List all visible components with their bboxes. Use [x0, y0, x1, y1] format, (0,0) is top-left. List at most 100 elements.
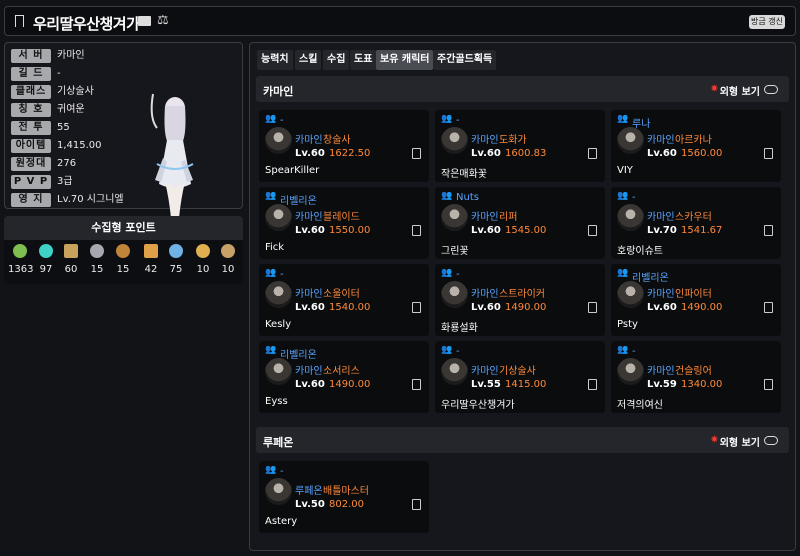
point-value: 10 — [196, 264, 210, 275]
level-label: Lv.60 — [295, 148, 325, 159]
collection-point[interactable]: 42 — [139, 244, 163, 275]
point-value: 15 — [90, 264, 104, 275]
avatar — [441, 204, 468, 231]
avatar — [265, 204, 292, 231]
copy-icon[interactable] — [588, 148, 597, 159]
great-art-icon — [64, 244, 78, 258]
copy-icon[interactable] — [588, 302, 597, 313]
copy-icon[interactable] — [412, 379, 421, 390]
server-label: 루페온 — [295, 486, 323, 497]
level-label: Lv.60 — [295, 225, 325, 236]
character-card[interactable]: 👥 - 카마인 기상술사 Lv.55 1415.00 우리딸우산챙겨가 — [435, 341, 605, 413]
collection-point[interactable]: 97 — [34, 244, 58, 275]
character-card[interactable]: 👥 리벨리온 카마인 소서리스 Lv.60 1490.00 Eyss — [259, 341, 429, 413]
id-card-icon[interactable] — [138, 16, 151, 26]
item-level: 1560.00 — [681, 148, 723, 159]
guild-icon: 👥 — [617, 191, 629, 201]
copy-icon[interactable] — [588, 379, 597, 390]
info-key: 길 드 — [11, 67, 51, 81]
copy-icon[interactable] — [764, 302, 773, 313]
toggle-icon[interactable] — [764, 436, 778, 445]
guild-name: - — [456, 115, 460, 126]
class-label: 소울이터 — [323, 289, 360, 300]
toggle-icon[interactable] — [764, 85, 778, 94]
character-card[interactable]: 👥 - 카마인 건슬링어 Lv.59 1340.00 저격의여신 — [611, 341, 781, 413]
character-name: Psty — [617, 319, 638, 330]
class-label: 인파이터 — [675, 289, 712, 300]
character-info-panel: 서 버 카마인 길 드- 클래스 기상술사 칭 호 귀여운 전 투 55 아이템 1,41… — [4, 42, 243, 234]
character-card[interactable]: 👥 리벨리온 카마인 블레이드 Lv.60 1550.00 Fick — [259, 187, 429, 259]
scale-icon[interactable]: ⚖ — [157, 13, 169, 28]
collection-point[interactable]: 60 — [59, 244, 83, 275]
collection-point[interactable]: 75 — [164, 244, 188, 275]
tab-stats[interactable]: 능력치 — [257, 50, 293, 70]
copy-icon[interactable] — [764, 148, 773, 159]
copy-icon[interactable] — [412, 148, 421, 159]
character-card[interactable]: 👥 Nuts 카마인 리퍼 Lv.60 1545.00 그린꽃 — [435, 187, 605, 259]
character-name: 우리딸우산챙겨가 — [33, 15, 140, 33]
info-key: P V P — [11, 175, 51, 189]
collection-point[interactable]: 1363 — [8, 244, 33, 275]
character-name: 화룡설화 — [441, 323, 478, 334]
level-label: Lv.60 — [647, 302, 677, 313]
ignea-token-icon — [116, 244, 130, 258]
character-name: 저격의여신 — [617, 400, 663, 411]
point-value: 10 — [221, 264, 235, 275]
item-level: 1490.00 — [505, 302, 547, 313]
sparkle-icon: ✷ — [709, 82, 719, 95]
character-card[interactable]: 👥 - 루페온 배틀마스터 Lv.50 802.00 Astery — [259, 461, 429, 533]
collection-point[interactable]: 10 — [191, 244, 215, 275]
character-card[interactable]: 👥 - 카마인 스카우터 Lv.70 1541.67 호랑이슈트 — [611, 187, 781, 259]
info-value: 55 — [57, 122, 70, 133]
info-value: 카마인 — [57, 50, 85, 61]
copy-icon[interactable] — [588, 225, 597, 236]
item-level: 1340.00 — [681, 379, 723, 390]
character-card[interactable]: 👥 - 카마인 창술사 Lv.60 1622.50 SpearKiller — [259, 110, 429, 182]
server-label: 카마인 — [647, 366, 675, 377]
copy-icon[interactable] — [412, 499, 421, 510]
guild-name: - — [280, 466, 284, 477]
copy-icon[interactable] — [412, 302, 421, 313]
copy-icon[interactable] — [764, 379, 773, 390]
info-key: 서 버 — [11, 49, 51, 63]
guild-icon: 👥 — [441, 191, 453, 201]
class-label: 스트라이커 — [499, 289, 545, 300]
bookmark-icon[interactable] — [15, 15, 24, 27]
copy-icon[interactable] — [764, 225, 773, 236]
collection-point[interactable]: 15 — [85, 244, 109, 275]
info-value: - — [57, 68, 61, 79]
item-level: 1550.00 — [329, 225, 371, 236]
class-label: 리퍼 — [499, 212, 518, 223]
collection-point[interactable]: 15 — [111, 244, 135, 275]
character-card[interactable]: 👥 - 카마인 스트라이커 Lv.60 1490.00 화룡설화 — [435, 264, 605, 336]
character-card[interactable]: 👥 리벨리온 카마인 인파이터 Lv.60 1490.00 Psty — [611, 264, 781, 336]
item-level: 1415.00 — [505, 379, 547, 390]
item-level: 1541.67 — [681, 225, 723, 236]
character-card[interactable]: 👥 루나 카마인 아르카나 Lv.60 1560.00 VIY — [611, 110, 781, 182]
refresh-button[interactable]: 방금 갱신 — [749, 15, 785, 29]
guild-name: 리벨리온 — [280, 196, 317, 207]
tab-collection[interactable]: 수집 — [323, 50, 350, 70]
tab-roster[interactable]: 보유 캐릭터 — [376, 50, 434, 70]
level-label: Lv.70 — [647, 225, 677, 236]
info-value: 귀여운 — [57, 104, 85, 115]
world-tree-leaf-icon — [169, 244, 183, 258]
collection-point[interactable]: 10 — [216, 244, 240, 275]
tab-weekly-gold[interactable]: 주간골드획득 — [433, 50, 497, 70]
info-value: 기상술사 — [57, 86, 94, 97]
character-name: VIY — [617, 165, 633, 176]
tab-skills[interactable]: 스킬 — [295, 50, 322, 70]
guild-icon: 👥 — [265, 345, 277, 355]
level-label: Lv.50 — [295, 499, 325, 510]
orpheus-star-icon — [196, 244, 210, 258]
look-toggle-label: 외형 보기 — [719, 438, 760, 449]
avatar — [617, 127, 644, 154]
character-card[interactable]: 👥 - 카마인 도화가 Lv.60 1600.83 작은매화꽃 — [435, 110, 605, 182]
copy-icon[interactable] — [412, 225, 421, 236]
guild-icon: 👥 — [441, 345, 453, 355]
character-name: SpearKiller — [265, 165, 320, 176]
tab-chart[interactable]: 도표 — [350, 50, 377, 70]
avatar — [617, 281, 644, 308]
guild-name: - — [632, 346, 636, 357]
character-card[interactable]: 👥 - 카마인 소울이터 Lv.60 1540.00 Kesly — [259, 264, 429, 336]
